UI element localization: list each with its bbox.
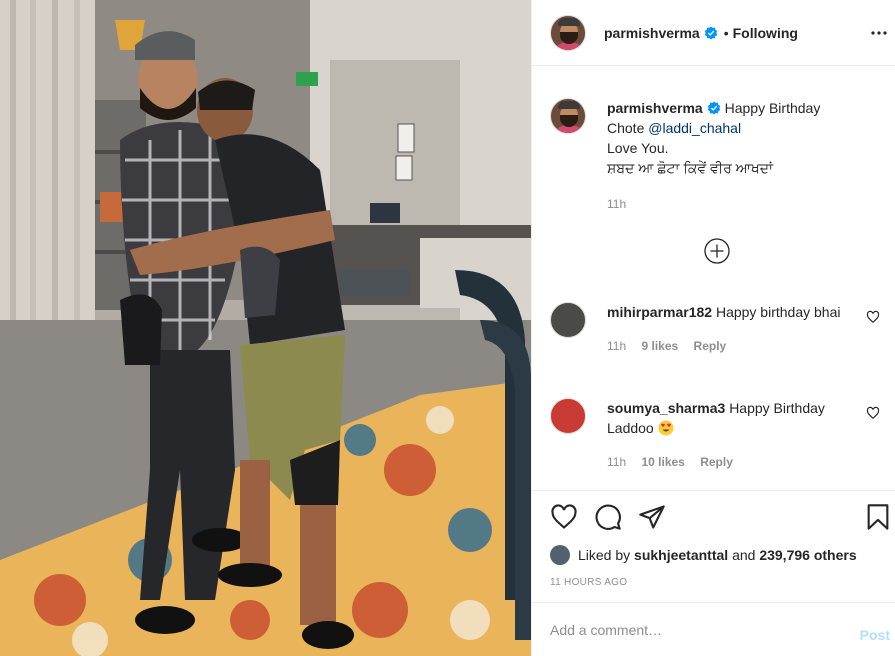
- following-button[interactable]: Following: [733, 25, 798, 41]
- comment-meta: 11h 10 likes Reply: [607, 452, 860, 472]
- heart-icon[interactable]: [866, 406, 880, 420]
- more-options-icon[interactable]: [870, 24, 888, 42]
- liker-avatar[interactable]: [550, 545, 570, 565]
- comment-likes[interactable]: 9 likes: [641, 339, 678, 353]
- caption-mention-link[interactable]: @laddi_chahal: [648, 120, 741, 136]
- post-image: [0, 0, 531, 656]
- comments-section[interactable]: parmishverma Happy Birthday Chote @laddi…: [532, 80, 895, 490]
- comment-likes[interactable]: 10 likes: [641, 455, 684, 469]
- bookmark-icon[interactable]: [864, 503, 892, 531]
- liked-by-and: and: [732, 547, 756, 563]
- comment-input[interactable]: [550, 621, 840, 638]
- post-timestamp[interactable]: 11 HOURS AGO: [550, 577, 627, 588]
- likes-count[interactable]: 239,796 others: [759, 547, 856, 563]
- action-bar: [532, 491, 895, 545]
- verified-badge-icon: [704, 26, 717, 39]
- post-actions: Liked by sukhjeetanttal and 239,796 othe…: [532, 490, 895, 588]
- post-header: parmishverma • Following: [532, 0, 895, 66]
- separator-dot: •: [723, 24, 729, 41]
- heart-icon[interactable]: [866, 310, 880, 324]
- caption-text-line1: Happy Birthday: [724, 100, 821, 116]
- caption-meta: 11h: [607, 194, 880, 214]
- comment-text: Happy birthday bhai: [715, 304, 841, 320]
- caption-avatar[interactable]: [550, 98, 586, 134]
- heart-icon[interactable]: [550, 503, 578, 531]
- caption-text-line3: Love You.: [607, 140, 669, 156]
- add-comment-bar: Post: [532, 602, 895, 656]
- caption-text-line2: Chote: [607, 120, 645, 136]
- heart-eyes-emoji: [658, 420, 674, 436]
- likes-summary: Liked by sukhjeetanttal and 239,796 othe…: [550, 545, 857, 565]
- post-sidebar: parmishverma • Following parmishverma Ha…: [531, 0, 895, 656]
- post-comment-button[interactable]: Post: [860, 627, 890, 643]
- post-photo[interactable]: [0, 0, 531, 656]
- comment-time[interactable]: 11h: [607, 339, 626, 353]
- caption-time[interactable]: 11h: [607, 197, 626, 211]
- comment-time[interactable]: 11h: [607, 455, 626, 469]
- commenter-avatar[interactable]: [550, 302, 586, 338]
- instagram-post: parmishverma • Following parmishverma Ha…: [0, 0, 895, 656]
- author-avatar[interactable]: [550, 14, 586, 51]
- comment-item: mihirparmar182 Happy birthday bhai 11h 9…: [550, 302, 880, 356]
- author-username[interactable]: parmishverma: [604, 25, 700, 41]
- comment-meta: 11h 9 likes Reply: [607, 336, 860, 356]
- comment-item: soumya_sharma3 Happy Birthday Laddoo 11h…: [550, 398, 880, 472]
- plus-circle-icon[interactable]: [703, 237, 731, 265]
- liker-username[interactable]: sukhjeetanttal: [634, 547, 728, 563]
- paper-plane-icon[interactable]: [638, 503, 666, 531]
- caption-text-line4: ਸ਼ਬਦ ਆ ਛੋਟਾ ਕਿਵੇਂ ਵੀਰ ਆਖਦਾਂ: [607, 160, 773, 176]
- reply-button[interactable]: Reply: [700, 455, 733, 469]
- caption-username[interactable]: parmishverma: [607, 100, 703, 116]
- commenter-avatar[interactable]: [550, 398, 586, 434]
- verified-badge-icon: [707, 101, 720, 115]
- comment-icon[interactable]: [594, 503, 622, 531]
- commenter-username[interactable]: soumya_sharma3: [607, 400, 725, 416]
- reply-button[interactable]: Reply: [694, 339, 727, 353]
- post-caption: parmishverma Happy Birthday Chote @laddi…: [550, 98, 880, 214]
- commenter-username[interactable]: mihirparmar182: [607, 304, 712, 320]
- liked-by-prefix: Liked by: [578, 547, 631, 563]
